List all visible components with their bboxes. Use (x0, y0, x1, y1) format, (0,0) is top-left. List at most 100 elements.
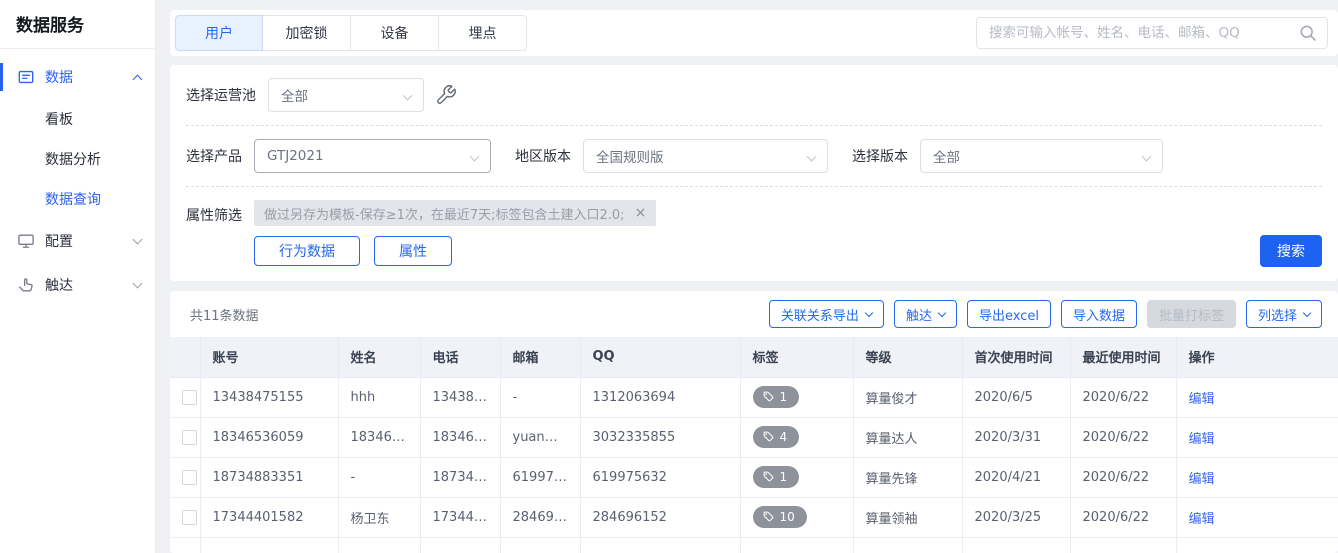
cell-last_use: 2020/6/22 (1070, 457, 1176, 497)
table-row: 183465360591834653605918346536059yuanm-a… (170, 417, 1338, 457)
sidebar-item-label: 配置 (45, 231, 73, 251)
column-header: 操作 (1176, 337, 1338, 377)
toolbar-button[interactable]: 导入数据 (1061, 300, 1137, 328)
cell-name: 18346536059 (338, 417, 420, 457)
tag-count: 4 (780, 430, 788, 444)
toolbar-button[interactable]: 触达 (894, 300, 957, 328)
empty-cell (200, 537, 338, 553)
chevron-down-icon (865, 308, 873, 316)
cell-qq: 284696152 (580, 497, 740, 537)
empty-cell (740, 537, 853, 553)
sidebar-item-kanban[interactable]: 看板 (0, 99, 155, 139)
column-header: 账号 (200, 337, 338, 377)
edit-link[interactable]: 编辑 (1189, 432, 1215, 447)
tag-count: 1 (780, 390, 788, 404)
cell-qq: 1312063694 (580, 377, 740, 417)
row-checkbox[interactable] (182, 470, 197, 485)
tab-group: 用户加密锁设备埋点 (175, 15, 527, 51)
sidebar-item-config[interactable]: 配置 (0, 219, 155, 263)
cell-action: 编辑 (1176, 417, 1338, 457)
tag-icon (762, 471, 774, 483)
cell-email: yuanm-a@... (500, 417, 580, 457)
pool-select-value: 全部 (281, 85, 308, 105)
toolbar-button[interactable]: 导出excel (967, 300, 1051, 328)
row-checkbox[interactable] (182, 390, 197, 405)
column-header: QQ (580, 337, 740, 377)
search-input[interactable] (976, 17, 1328, 49)
result-count: 共11条数据 (190, 305, 259, 324)
tab-3[interactable]: 设备 (351, 15, 439, 51)
sidebar-item-label: 看板 (45, 109, 73, 129)
wrench-icon[interactable] (435, 84, 457, 106)
checkbox-cell (170, 457, 200, 497)
cell-level: 算量领袖 (853, 497, 962, 537)
attribute-button[interactable]: 属性 (374, 236, 452, 266)
cell-email: 619975632... (500, 457, 580, 497)
toolbar-button-label: 关联关系导出 (781, 305, 859, 324)
version-select-value: 全部 (933, 146, 960, 166)
search-button[interactable]: 搜索 (1260, 235, 1322, 267)
cell-level: 算量先锋 (853, 457, 962, 497)
cell-account: 18346536059 (200, 417, 338, 457)
cell-phone: 18346536059 (420, 417, 500, 457)
toolbar-button-label: 列选择 (1258, 305, 1297, 324)
cell-phone: 18734883351 (420, 457, 500, 497)
attribute-filter-label: 属性筛选 (186, 205, 242, 225)
cell-account: 18734883351 (200, 457, 338, 497)
product-select[interactable]: GTJ2021 (254, 139, 491, 173)
column-header: 标签 (740, 337, 853, 377)
filter-panel: 选择运营池 全部 选择产品 GTJ2021 地区版本 全国规则版 (170, 65, 1338, 281)
sidebar-item-data[interactable]: 数据 (0, 55, 155, 99)
row-checkbox[interactable] (182, 430, 197, 445)
column-header: 等级 (853, 337, 962, 377)
chevron-down-icon (133, 279, 143, 289)
sidebar-item-analysis[interactable]: 数据分析 (0, 139, 155, 179)
chevron-down-icon (133, 235, 143, 245)
cell-first_use: 2020/6/5 (962, 377, 1070, 417)
tag-badge[interactable]: 1 (753, 466, 800, 488)
version-label: 选择版本 (852, 146, 908, 166)
table-toolbar: 共11条数据 关联关系导出 触达 导出excel 导入数据 批量打标签 列选择 (170, 291, 1338, 337)
empty-cell (853, 537, 962, 553)
cell-action: 编辑 (1176, 497, 1338, 537)
chevron-down-icon (470, 152, 480, 162)
behavior-data-button[interactable]: 行为数据 (254, 236, 360, 266)
toolbar-button-label: 触达 (906, 305, 932, 324)
main-content: 用户加密锁设备埋点 选择运营池 全部 选择产品 GTJ2021 (156, 0, 1338, 553)
edit-link[interactable]: 编辑 (1189, 512, 1215, 527)
chevron-up-icon (133, 74, 143, 84)
edit-link[interactable]: 编辑 (1189, 472, 1215, 487)
sidebar-item-query[interactable]: 数据查询 (0, 179, 155, 219)
empty-cell (420, 537, 500, 553)
sidebar-item-reach[interactable]: 触达 (0, 263, 155, 307)
cell-first_use: 2020/4/21 (962, 457, 1070, 497)
cell-qq: 3032335855 (580, 417, 740, 457)
checkbox-cell (170, 377, 200, 417)
tab-4[interactable]: 埋点 (439, 15, 527, 51)
sidebar: 数据服务 数据 看板 数据分析 数据查询 配置 (0, 0, 156, 553)
toolbar-button[interactable]: 关联关系导出 (769, 300, 884, 328)
cell-tags: 10 (740, 497, 853, 537)
pool-select[interactable]: 全部 (268, 78, 424, 112)
toolbar-button-label: 批量打标签 (1159, 305, 1224, 324)
data-icon (16, 67, 36, 87)
tab-2[interactable]: 加密锁 (263, 15, 351, 51)
empty-cell (500, 537, 580, 553)
header-bar: 用户加密锁设备埋点 (170, 10, 1338, 56)
tag-close-icon[interactable]: × (635, 206, 647, 220)
region-select[interactable]: 全国规则版 (583, 139, 828, 173)
row-checkbox[interactable] (182, 510, 197, 525)
user-table: 账号姓名电话邮箱QQ标签等级首次使用时间最近使用时间操作 13438475155… (170, 337, 1338, 553)
header-checkbox-cell (170, 337, 200, 377)
dashed-divider (186, 186, 1322, 187)
tag-badge[interactable]: 10 (753, 506, 807, 528)
tab-1[interactable]: 用户 (175, 15, 263, 51)
tag-icon (762, 431, 774, 443)
version-select[interactable]: 全部 (920, 139, 1163, 173)
toolbar-button[interactable]: 列选择 (1246, 300, 1322, 328)
tag-badge[interactable]: 4 (753, 426, 800, 448)
column-header: 电话 (420, 337, 500, 377)
tag-icon (762, 391, 774, 403)
tag-badge[interactable]: 1 (753, 386, 800, 408)
edit-link[interactable]: 编辑 (1189, 392, 1215, 407)
